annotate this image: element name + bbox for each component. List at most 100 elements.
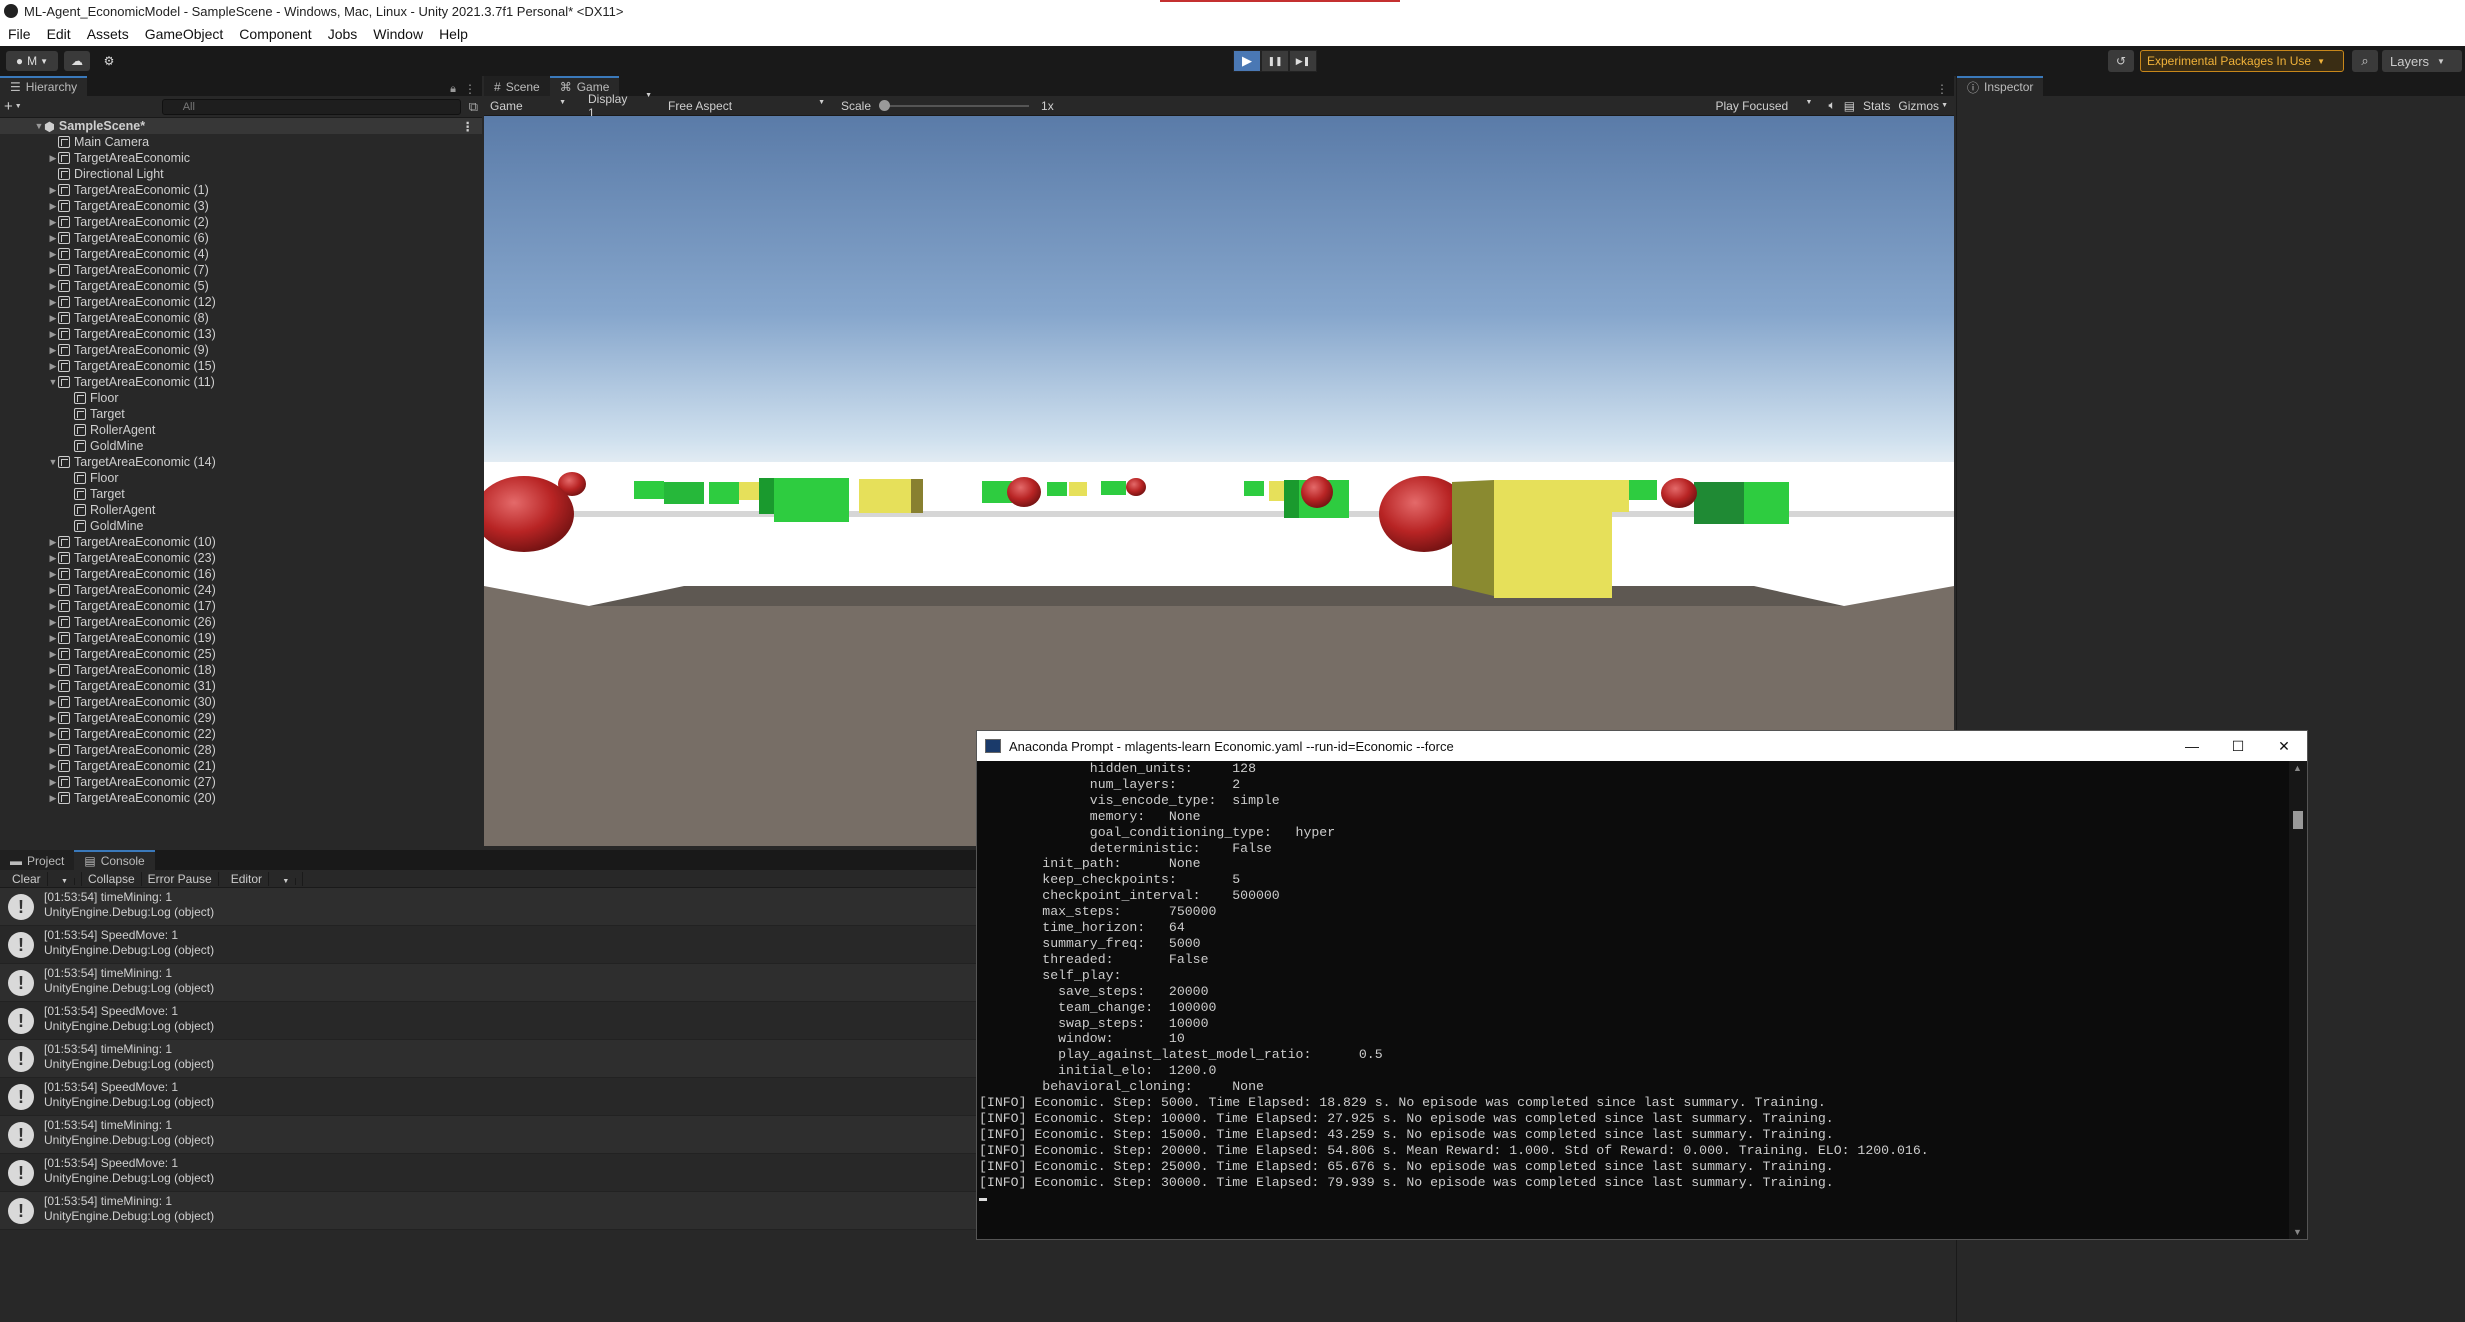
expand-arrow-icon[interactable]: ▶: [48, 681, 58, 692]
scroll-up-icon[interactable]: ▲: [2293, 763, 2302, 773]
hierarchy-item[interactable]: ▶ TargetAreaEconomic (28): [0, 742, 482, 758]
log-entry[interactable]: ! [01:53:54] timeMining: 1 UnityEngine.Deb…: [0, 888, 978, 926]
expand-arrow-icon[interactable]: ▼: [48, 377, 58, 387]
chevron-down-icon[interactable]: ▼: [15, 103, 22, 110]
hierarchy-item[interactable]: ▶ TargetAreaEconomic (10): [0, 534, 482, 550]
slider-handle[interactable]: [879, 99, 891, 111]
log-entry[interactable]: ! [01:53:54] timeMining: 1 UnityEngine.Deb…: [0, 964, 978, 1002]
expand-arrow-icon[interactable]: ▶: [48, 617, 58, 628]
collapse-button[interactable]: Collapse: [82, 871, 142, 886]
tab-console[interactable]: ▤ Console: [74, 850, 155, 870]
mute-audio-icon[interactable]: 🔈︎: [1828, 98, 1835, 113]
expand-arrow-icon[interactable]: ▶: [48, 633, 58, 644]
hierarchy-item[interactable]: RollerAgent: [0, 422, 482, 438]
hierarchy-item[interactable]: ▶ TargetAreaEconomic (27): [0, 774, 482, 790]
tab-scene[interactable]: # Scene: [484, 76, 550, 96]
hierarchy-item[interactable]: ▶ TargetAreaEconomic (22): [0, 726, 482, 742]
more-options-icon[interactable]: ⋮: [464, 82, 476, 96]
hierarchy-item[interactable]: ▶ TargetAreaEconomic (7): [0, 262, 482, 278]
hierarchy-item[interactable]: ▶ TargetAreaEconomic (20): [0, 790, 482, 806]
hierarchy-item[interactable]: ▶ TargetAreaEconomic (25): [0, 646, 482, 662]
more-options-icon[interactable]: ⋮: [1936, 82, 1948, 96]
expand-arrow-icon[interactable]: ▶: [48, 729, 58, 740]
expand-arrow-icon[interactable]: ▶: [48, 153, 58, 164]
log-entry[interactable]: ! [01:53:54] SpeedMove: 1 UnityEngine.Debu…: [0, 1002, 978, 1040]
hierarchy-item[interactable]: ▶ TargetAreaEconomic (9): [0, 342, 482, 358]
editor-dropdown[interactable]: Editor ▼: [219, 871, 304, 886]
menu-edit[interactable]: Edit: [47, 26, 71, 42]
expand-arrow-icon[interactable]: ▶: [48, 777, 58, 788]
step-button[interactable]: ▶❚: [1289, 50, 1317, 72]
tab-hierarchy[interactable]: ☰ Hierarchy: [0, 76, 88, 96]
hierarchy-item[interactable]: ▼ TargetAreaEconomic (11): [0, 374, 482, 390]
hierarchy-item[interactable]: ▶ TargetAreaEconomic (29): [0, 710, 482, 726]
hierarchy-item[interactable]: GoldMine: [0, 438, 482, 454]
hierarchy-item[interactable]: ▶ TargetAreaEconomic (6): [0, 230, 482, 246]
expand-arrow-icon[interactable]: ▶: [48, 233, 58, 244]
hierarchy-item[interactable]: ▶ TargetAreaEconomic: [0, 150, 482, 166]
pause-button[interactable]: ❚❚: [1261, 50, 1289, 72]
expand-arrow-icon[interactable]: ▶: [48, 185, 58, 196]
hierarchy-item[interactable]: Floor: [0, 390, 482, 406]
log-entry[interactable]: ! [01:53:54] timeMining: 1 UnityEngine.Deb…: [0, 1116, 978, 1154]
menu-help[interactable]: Help: [439, 26, 468, 42]
hierarchy-item[interactable]: Target: [0, 406, 482, 422]
hierarchy-item[interactable]: ▶ TargetAreaEconomic (18): [0, 662, 482, 678]
expand-arrow-icon[interactable]: ▶: [48, 569, 58, 580]
aspect-dropdown[interactable]: Free Aspect ▼: [668, 99, 833, 113]
expand-arrow-icon[interactable]: ▶: [48, 361, 58, 372]
search-icon[interactable]: ⌕: [2352, 50, 2378, 72]
hierarchy-item[interactable]: ▶ TargetAreaEconomic (16): [0, 566, 482, 582]
filter-icon[interactable]: ⧉: [469, 99, 478, 115]
expand-arrow-icon[interactable]: ▼: [48, 457, 58, 467]
more-options-icon[interactable]: ⋮: [462, 119, 475, 134]
add-icon[interactable]: +: [4, 98, 13, 115]
hierarchy-item[interactable]: ▶ TargetAreaEconomic (1): [0, 182, 482, 198]
chevron-down-icon[interactable]: ▼: [1941, 102, 1948, 109]
game-mode-dropdown[interactable]: Game ▼: [484, 99, 574, 113]
hierarchy-item[interactable]: ▶ TargetAreaEconomic (19): [0, 630, 482, 646]
scroll-down-icon[interactable]: ▼: [2293, 1227, 2302, 1237]
expand-arrow-icon[interactable]: ▶: [48, 345, 58, 356]
menu-gameobject[interactable]: GameObject: [145, 26, 224, 42]
expand-arrow-icon[interactable]: ▶: [48, 793, 58, 804]
hierarchy-item[interactable]: Target: [0, 486, 482, 502]
hierarchy-item[interactable]: ▶ TargetAreaEconomic (13): [0, 326, 482, 342]
hierarchy-search-input[interactable]: All: [161, 98, 461, 115]
expand-arrow-icon[interactable]: ▼: [34, 121, 44, 131]
hierarchy-item[interactable]: ▶ TargetAreaEconomic (2): [0, 214, 482, 230]
tab-project[interactable]: ▬ Project: [0, 850, 75, 870]
lock-icon[interactable]: 🔒︎: [450, 83, 456, 96]
hierarchy-item[interactable]: Main Camera: [0, 134, 482, 150]
terminal-scrollbar[interactable]: ▲ ▼: [2289, 761, 2307, 1239]
expand-arrow-icon[interactable]: ▶: [48, 745, 58, 756]
terminal-title-bar[interactable]: Anaconda Prompt - mlagents-learn Economi…: [977, 731, 2307, 761]
scene-root[interactable]: ▼ ⬢ SampleScene* ⋮: [0, 118, 482, 134]
hierarchy-item[interactable]: ▶ TargetAreaEconomic (4): [0, 246, 482, 262]
hierarchy-item[interactable]: ▶ TargetAreaEconomic (23): [0, 550, 482, 566]
cloud-icon[interactable]: ☁: [64, 51, 90, 71]
play-focused-dropdown[interactable]: Play Focused ▼: [1715, 99, 1820, 113]
stats-button[interactable]: Stats: [1863, 99, 1890, 113]
expand-arrow-icon[interactable]: ▶: [48, 649, 58, 660]
scrollbar-thumb[interactable]: [2293, 811, 2303, 829]
layers-dropdown[interactable]: Layers ▼: [2382, 50, 2462, 72]
menu-assets[interactable]: Assets: [87, 26, 129, 42]
error-pause-button[interactable]: Error Pause: [142, 871, 219, 886]
hierarchy-item[interactable]: ▶ TargetAreaEconomic (3): [0, 198, 482, 214]
log-entry[interactable]: ! [01:53:54] SpeedMove: 1 UnityEngine.Debu…: [0, 926, 978, 964]
expand-arrow-icon[interactable]: ▶: [48, 217, 58, 228]
expand-arrow-icon[interactable]: ▶: [48, 249, 58, 260]
collab-icon[interactable]: ⚙: [96, 51, 122, 71]
hierarchy-item[interactable]: GoldMine: [0, 518, 482, 534]
hierarchy-item[interactable]: ▶ TargetAreaEconomic (5): [0, 278, 482, 294]
hierarchy-item[interactable]: ▶ TargetAreaEconomic (26): [0, 614, 482, 630]
expand-arrow-icon[interactable]: ▶: [48, 537, 58, 548]
clear-button[interactable]: Clear ▼: [0, 871, 82, 886]
expand-arrow-icon[interactable]: ▶: [48, 553, 58, 564]
terminal-output[interactable]: hidden_units: 128 num_layers: 2 vis_enco…: [977, 761, 2289, 1239]
history-icon[interactable]: ↺: [2108, 50, 2134, 72]
tab-inspector[interactable]: ⓘ Inspector: [1957, 76, 2044, 96]
expand-arrow-icon[interactable]: ▶: [48, 601, 58, 612]
hierarchy-item[interactable]: Directional Light: [0, 166, 482, 182]
